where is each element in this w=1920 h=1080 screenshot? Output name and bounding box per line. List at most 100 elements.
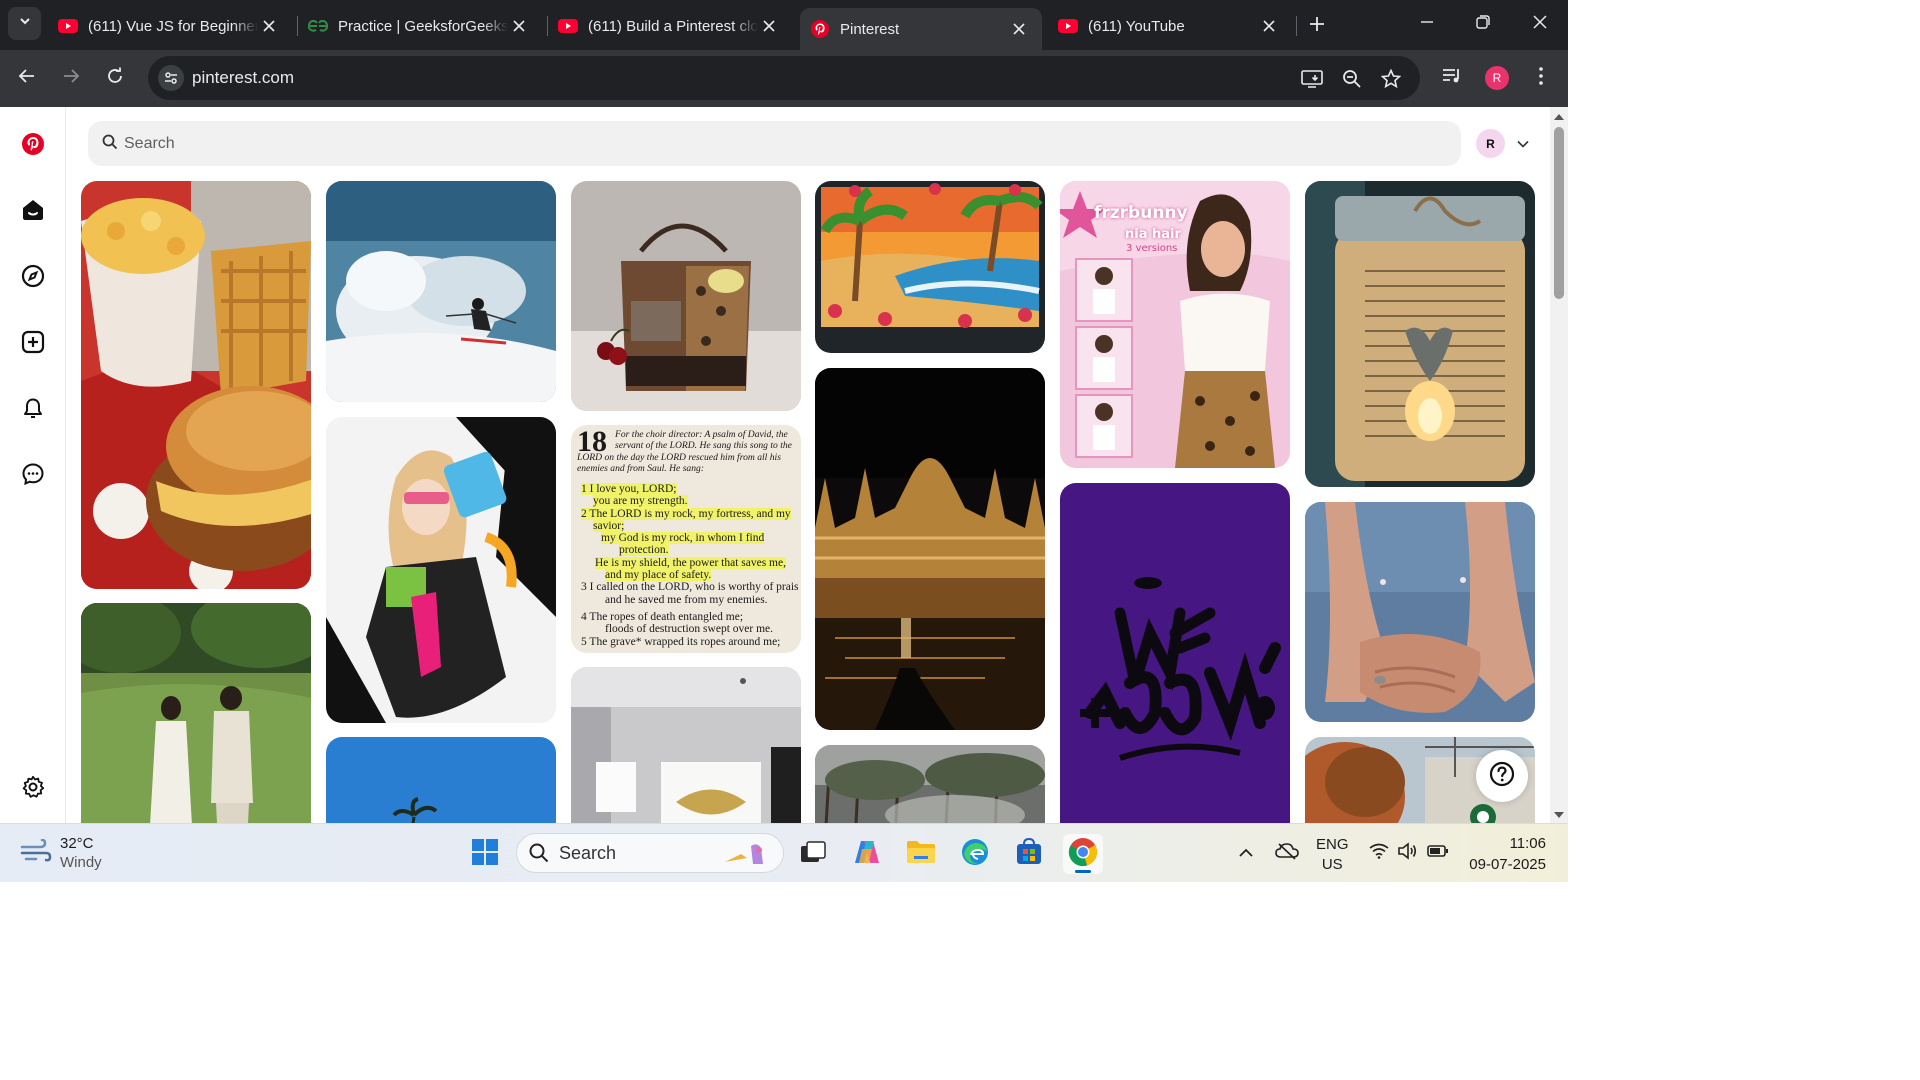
scroll-up-arrow-icon[interactable] [1553,111,1565,121]
psalm-verse-line: 2 The LORD is my rock, my fortress, and … [581,507,791,520]
pinterest-sidebar [0,107,66,823]
language-code: ENG [1316,836,1349,853]
address-bar[interactable]: pinterest.com [148,56,1420,100]
minimize-button[interactable] [1413,10,1441,38]
tab-youtube[interactable]: (611) YouTube [1048,8,1292,44]
chrome-button[interactable] [1063,834,1103,874]
tab-pinterest[interactable]: Pinterest [800,8,1042,50]
pin-frzrbunny-sims[interactable]: frzrbunny nia hair 3 versions [1060,181,1290,468]
task-view-icon [800,840,826,868]
search-icon [529,843,549,863]
restore-button[interactable] [1469,10,1497,38]
pin-mf-doom-graffiti[interactable] [1060,483,1290,823]
new-tab-button[interactable] [1303,12,1331,40]
account-menu-chevron-icon[interactable] [1514,135,1532,153]
folder-icon [906,840,936,869]
media-controls-button[interactable] [1438,64,1466,92]
close-tab-icon[interactable] [508,15,530,37]
scroll-down-arrow-icon[interactable] [1553,810,1565,820]
browser-menu-button[interactable] [1527,64,1555,92]
onedrive-offline-icon [1275,842,1299,865]
pin-trees-smoke[interactable] [815,745,1045,823]
pin-skier[interactable] [326,181,556,402]
file-explorer-button[interactable] [901,834,941,874]
url-text[interactable]: pinterest.com [192,68,294,88]
pin-anime-illustration[interactable] [326,417,556,723]
page-scrollbar[interactable] [1550,107,1568,823]
system-clock[interactable]: 11:06 09-07-2025 [1466,833,1546,875]
close-tab-icon[interactable] [258,15,280,37]
profile-button[interactable]: R [1483,64,1511,92]
microsoft-store-button[interactable] [1009,834,1049,874]
forward-button[interactable] [56,63,86,93]
edge-button[interactable] [955,834,995,874]
task-view-button[interactable] [793,834,833,874]
bookmark-star-icon[interactable] [1379,67,1403,91]
weather-temperature: 32°C [60,835,94,852]
pin-bedroom-lips-art[interactable] [571,667,801,823]
explore-compass-icon[interactable] [17,260,49,292]
zoom-icon[interactable] [1340,67,1364,91]
pinterest-search-input[interactable] [124,121,1444,166]
tab-geeksforgeeks[interactable]: Practice | GeeksforGeeks [298,8,542,44]
scrollbar-thumb[interactable] [1554,127,1564,299]
tab-vue-js[interactable]: (611) Vue JS for Beginners [48,8,292,44]
start-button[interactable] [465,834,505,874]
settings-gear-icon[interactable] [17,771,49,803]
windows-taskbar: 32°C Windy Search ENG US 11:06 09-07-202… [0,823,1568,882]
tab-pinterest-clone[interactable]: (611) Build a Pinterest clone [548,8,792,44]
tab-title: Pinterest [840,20,900,38]
pin-image [326,181,556,402]
user-avatar[interactable]: R [1476,129,1505,158]
pin-blue-sky-palm[interactable] [326,737,556,823]
geeksforgeeks-icon [308,16,328,36]
onedrive-button[interactable] [1274,838,1300,868]
pin-candle-jar[interactable] [1305,181,1535,487]
keyboard-layout: US [1321,856,1343,873]
input-language-indicator[interactable]: ENG US [1316,835,1349,875]
create-plus-icon[interactable] [17,326,49,358]
windows-logo-icon [471,838,499,871]
close-tab-icon[interactable] [1258,15,1280,37]
taskbar-search-box[interactable]: Search [516,833,784,873]
messages-icon[interactable] [17,458,49,490]
pinterest-search-bar[interactable] [88,121,1461,166]
home-icon[interactable] [17,194,49,226]
close-tab-icon[interactable] [1008,18,1030,40]
pinterest-logo-icon[interactable] [17,128,49,160]
install-app-icon[interactable] [1300,67,1324,91]
tab-search-button[interactable] [8,7,41,40]
close-tab-icon[interactable] [758,15,780,37]
help-button[interactable] [1476,750,1528,802]
pin-beach-cake[interactable] [815,181,1045,353]
pin-wrist-piercings[interactable] [1305,502,1535,722]
store-icon [1015,837,1043,871]
psalm-verse-line: 5 The grave* wrapped its ropes around me… [581,635,781,648]
copilot-button[interactable] [847,834,887,874]
back-button[interactable] [12,63,42,93]
pin-couple-walking[interactable] [81,603,311,823]
pin-image [1305,502,1535,722]
battery-icon [1427,844,1449,863]
pin-bible-psalm[interactable]: 18 For the choir director: A psalm of Da… [571,425,801,653]
weather-widget[interactable]: 32°C Windy [20,834,102,872]
battery-status[interactable] [1426,838,1450,868]
sims-versions: 3 versions [1126,243,1178,254]
pin-handbag[interactable] [571,181,801,411]
pin-image [815,181,1045,353]
volume-status[interactable] [1396,838,1418,868]
site-info-icon[interactable] [158,65,184,91]
show-hidden-icons-button[interactable] [1236,838,1256,868]
pin-burger-fries[interactable] [81,181,311,589]
pin-image [326,417,556,723]
reload-button[interactable] [100,63,130,93]
taskbar-search-label: Search [559,842,617,863]
tab-title: (611) Vue JS for Beginners [88,17,258,35]
minimize-icon [1420,15,1434,34]
notifications-bell-icon[interactable] [17,392,49,424]
wifi-status[interactable] [1368,838,1390,868]
copilot-icon [852,839,882,870]
profile-avatar: R [1485,66,1509,90]
close-window-button[interactable] [1526,10,1554,38]
pin-budapest-parliament[interactable] [815,368,1045,730]
